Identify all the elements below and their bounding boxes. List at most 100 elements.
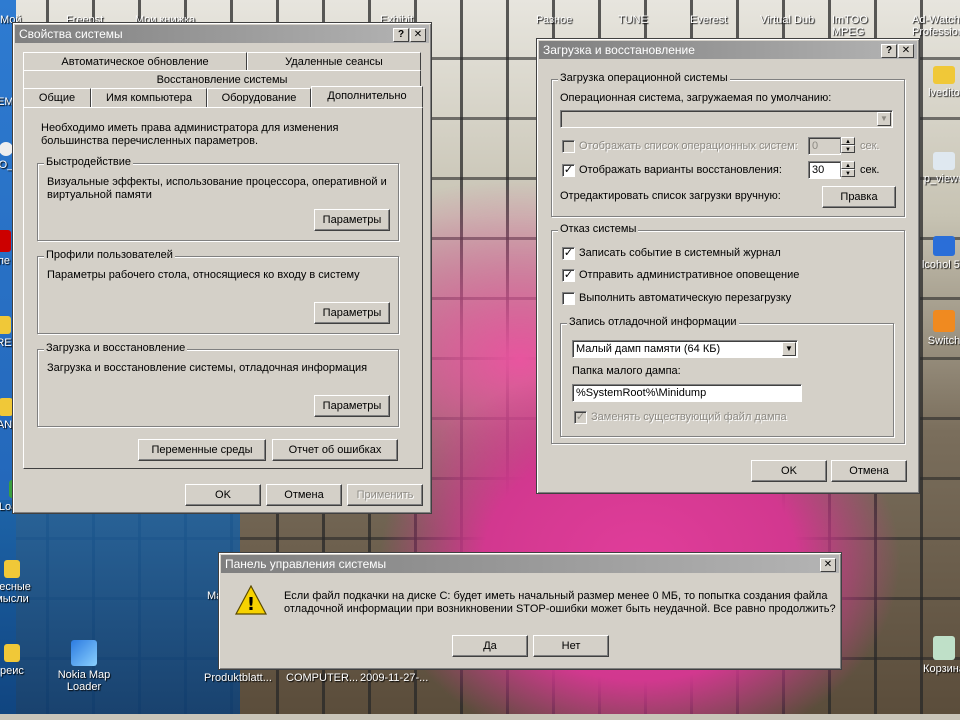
desktop-icon-label[interactable]: Virtual Dub [760, 14, 814, 26]
desktop-icon-label: Switch [927, 335, 960, 347]
show-recovery-spinner[interactable]: ▲ ▼ [840, 161, 855, 177]
auto-restart-checkbox[interactable] [562, 292, 575, 305]
group-label: Отказ системы [558, 223, 639, 235]
overwrite-dump-label: Заменять существующий файл дампа [591, 411, 787, 423]
window-title: Свойства системы [19, 27, 123, 41]
yes-button[interactable]: Да [452, 635, 528, 657]
spin-up-icon[interactable]: ▲ [841, 137, 855, 145]
write-event-label: Записать событие в системный журнал [579, 247, 781, 259]
dump-type-value: Малый дамп памяти (64 КБ) [576, 343, 721, 355]
show-os-list-label: Отображать список операционных систем: [579, 140, 798, 152]
tab-remote-sessions[interactable]: Удаленные сеансы [247, 52, 421, 72]
admin-note: Необходимо иметь права администратора дл… [41, 122, 339, 147]
edit-boot-list-label: Отредактировать список загрузки вручную: [560, 190, 781, 202]
tab-general[interactable]: Общие [23, 88, 91, 108]
desktop-icon-label[interactable]: Ad-Watch Profession [912, 14, 960, 38]
user-profiles-settings-button[interactable]: Параметры [314, 302, 390, 324]
tab-automatic-updates[interactable]: Автоматическое обновление [23, 52, 247, 72]
group-label: Загрузка и восстановление [44, 342, 188, 354]
recycle-bin-icon [933, 636, 955, 660]
desktop-icon-label[interactable]: Everest [690, 14, 727, 26]
show-os-list-checkbox[interactable] [562, 140, 575, 153]
chevron-down-icon[interactable]: ▼ [782, 342, 796, 356]
seconds-unit: сек. [860, 140, 880, 152]
error-reporting-button[interactable]: Отчет об ошибках [272, 439, 398, 461]
desktop-icon[interactable]: ресные мысли [0, 560, 40, 605]
window-titlebar: Загрузка и восстановление ? ✕ [539, 41, 917, 59]
close-button[interactable]: ✕ [898, 44, 914, 58]
group-label: Профили пользователей [44, 249, 175, 261]
desktop-icon-label[interactable]: Разное [536, 14, 572, 26]
performance-description: Визуальные эффекты, использование процес… [47, 176, 387, 201]
group-label: Быстродействие [44, 156, 133, 168]
dump-folder-input[interactable]: %SystemRoot%\Minidump [572, 384, 802, 402]
default-os-label: Операционная система, загружаемая по умо… [560, 92, 832, 104]
environment-variables-button[interactable]: Переменные среды [138, 439, 266, 461]
startup-recovery-settings-button[interactable]: Параметры [314, 395, 390, 417]
desktop-icon-label[interactable]: TUNE [618, 14, 648, 26]
alert-message: Если файл подкачки на диске C: будет име… [284, 590, 836, 615]
cancel-button[interactable]: Отмена [831, 460, 907, 482]
chevron-down-icon[interactable]: ▼ [877, 112, 891, 126]
desktop-icon-label[interactable]: 2009-11-27-... [360, 672, 428, 684]
warning-icon: ! [235, 585, 267, 615]
desktop-icon[interactable]: реис [0, 644, 44, 677]
spin-up-icon[interactable]: ▲ [841, 161, 855, 169]
send-alert-label: Отправить административное оповещение [579, 269, 800, 281]
help-button[interactable]: ? [881, 44, 897, 58]
send-alert-checkbox[interactable]: ✓ [562, 269, 575, 282]
desktop-icon-recycle-bin[interactable]: Корзина [912, 636, 960, 675]
user-profiles-group: Профили пользователей Параметры рабочего… [37, 249, 399, 334]
switch-icon [933, 310, 955, 332]
show-recovery-options-label: Отображать варианты восстановления: [579, 164, 782, 176]
write-event-checkbox[interactable]: ✓ [562, 247, 575, 260]
show-os-list-seconds-input[interactable]: 0 [808, 137, 841, 155]
spin-down-icon[interactable]: ▼ [841, 145, 855, 153]
auto-restart-label: Выполнить автоматическую перезагрузку [579, 292, 792, 304]
help-button[interactable]: ? [393, 28, 409, 42]
default-os-dropdown[interactable]: ▼ [560, 110, 893, 128]
show-recovery-options-checkbox[interactable]: ✓ [562, 164, 575, 177]
folder-icon [4, 644, 20, 662]
desktop-icon-label: lcohol 52 [921, 259, 960, 271]
spin-down-icon[interactable]: ▼ [841, 169, 855, 177]
window-title: Загрузка и восстановление [543, 43, 695, 57]
desktop-icon-label: RE [0, 337, 12, 349]
alcohol-icon [933, 236, 955, 256]
dump-type-dropdown[interactable]: Малый дамп памяти (64 КБ) ▼ [572, 340, 798, 358]
desktop-background-region [0, 500, 240, 720]
performance-settings-button[interactable]: Параметры [314, 209, 390, 231]
show-os-list-spinner[interactable]: ▲ ▼ [840, 137, 855, 153]
control-panel-alert-dialog: Панель управления системы ✕ ! Если файл … [218, 552, 842, 670]
apply-button[interactable]: Применить [347, 484, 423, 506]
ok-button[interactable]: OK [185, 484, 261, 506]
overwrite-dump-checkbox[interactable]: ✓ [574, 411, 587, 424]
close-button[interactable]: ✕ [820, 558, 836, 572]
group-label: Загрузка операционной системы [558, 72, 730, 84]
warning-icon-glyph: ! [247, 594, 255, 615]
desktop-icon-label: Корзина [923, 663, 960, 675]
desktop-icon-label: реис [0, 665, 24, 677]
startup-recovery-window: Загрузка и восстановление ? ✕ Загрузка о… [536, 38, 920, 494]
ok-button[interactable]: OK [751, 460, 827, 482]
performance-group: Быстродействие Визуальные эффекты, испол… [37, 156, 399, 241]
desktop-icon-label[interactable]: COMPUTER... [286, 672, 358, 684]
close-button[interactable]: ✕ [410, 28, 426, 42]
cancel-button[interactable]: Отмена [266, 484, 342, 506]
desktop-icon-label[interactable]: Produktblatt... [204, 672, 272, 684]
desktop-icon-nokia-map-loader[interactable]: Nokia Map Loader [52, 640, 116, 693]
system-failure-group: Отказ системы ✓ Записать событие в систе… [551, 223, 905, 444]
folder-icon [933, 66, 955, 84]
tab-computer-name[interactable]: Имя компьютера [91, 88, 207, 108]
app-icon [0, 230, 11, 252]
folder-icon [4, 560, 20, 578]
no-button[interactable]: Нет [533, 635, 609, 657]
seconds-unit: сек. [860, 164, 880, 176]
show-recovery-seconds-input[interactable]: 30 [808, 161, 841, 179]
desktop-icon-label: пе [0, 255, 11, 267]
edit-boot-list-button[interactable]: Правка [822, 186, 896, 208]
tab-advanced[interactable]: Дополнительно [311, 86, 423, 107]
desktop-icon-label: ресные мысли [0, 581, 31, 605]
tab-hardware[interactable]: Оборудование [207, 88, 311, 108]
window-titlebar: Свойства системы ? ✕ [15, 25, 429, 43]
